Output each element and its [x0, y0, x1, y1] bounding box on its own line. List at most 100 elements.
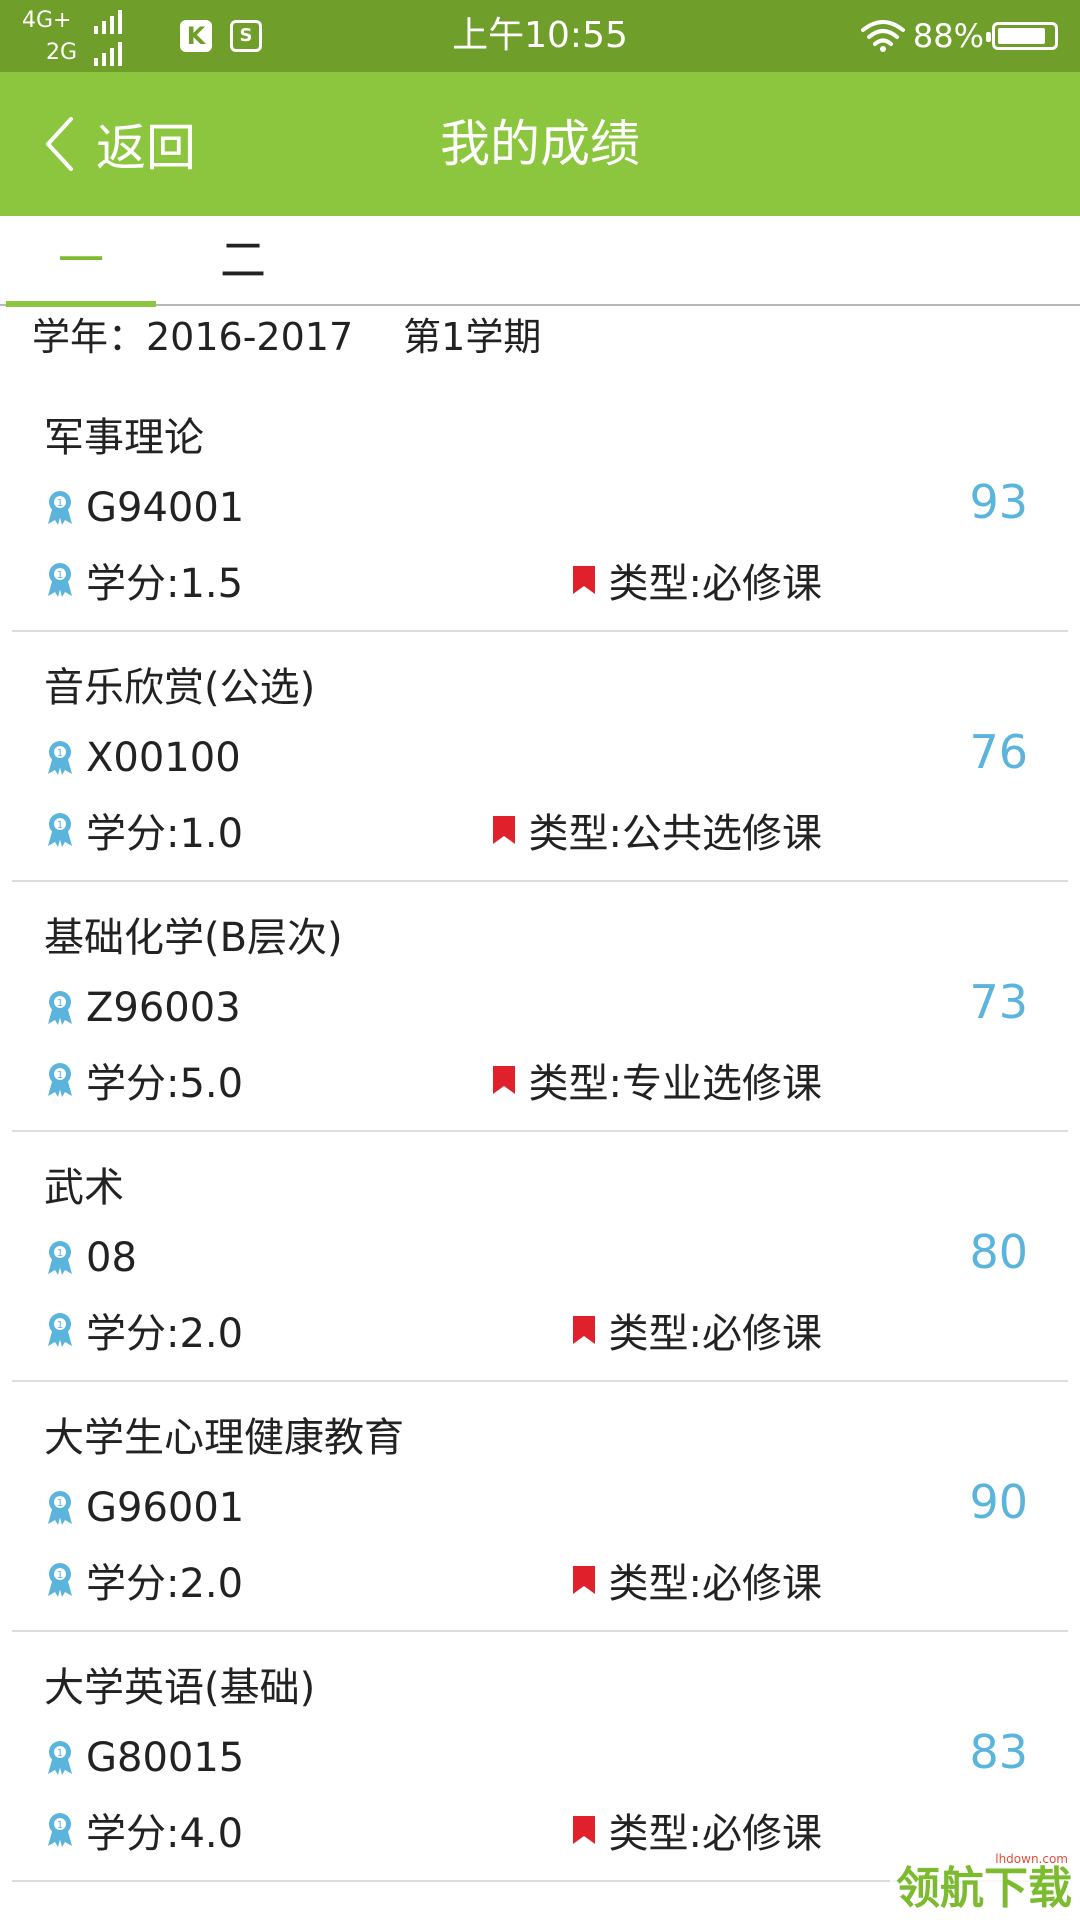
course-credit: 学分:2.0: [86, 1311, 244, 1357]
course-item[interactable]: 大学英语(基础) 1 G80015 1 学分:4.0 类型:必修课 83: [12, 1632, 1068, 1882]
course-credit: 学分:2.0: [86, 1561, 244, 1607]
ribbon-icon: 1: [48, 563, 72, 597]
svg-text:1: 1: [57, 1748, 63, 1759]
app-header: 我的成绩 返回: [0, 72, 1080, 216]
course-name: 基础化学(B层次): [44, 915, 343, 961]
svg-text:1: 1: [57, 1248, 63, 1259]
course-type-row: 类型:必修课: [571, 1554, 822, 1607]
course-type-row: 类型:必修课: [571, 1304, 822, 1357]
course-name: 音乐欣赏(公选): [44, 665, 316, 711]
course-credit: 学分:4.0: [86, 1811, 244, 1857]
course-code-row: 1 X00100: [44, 732, 241, 784]
svg-text:1: 1: [57, 820, 63, 831]
svg-text:1: 1: [57, 1070, 63, 1081]
course-list: 军事理论 1 G94001 1 学分:1.5 类型:必修课 93 音乐欣赏(公选…: [12, 382, 1068, 1882]
back-label: 返回: [96, 119, 196, 177]
ribbon-icon: 1: [48, 813, 72, 847]
course-code: Z96003: [86, 985, 241, 1031]
course-code: G80015: [86, 1735, 245, 1781]
course-code: 08: [86, 1235, 137, 1281]
course-code: G96001: [86, 1485, 245, 1531]
course-type: 类型:必修课: [608, 561, 822, 607]
ribbon-icon: 1: [48, 1563, 72, 1597]
course-credit-row: 1 学分:1.0: [44, 804, 244, 857]
ribbon-icon: 1: [48, 991, 72, 1025]
ribbon-icon: 1: [48, 1063, 72, 1097]
semester-tabs: 一 二: [0, 216, 1080, 307]
course-code-row: 1 G80015: [44, 1732, 244, 1784]
ribbon-icon: 1: [48, 1313, 72, 1347]
course-credit: 学分:1.5: [86, 561, 244, 607]
course-type: 类型:必修课: [608, 1561, 822, 1607]
bookmark-flag-icon: [572, 1816, 595, 1844]
course-credit-row: 1 学分:5.0: [44, 1054, 244, 1107]
ribbon-icon: 1: [48, 1491, 72, 1525]
course-type: 类型:必修课: [608, 1811, 822, 1857]
battery-icon: [986, 22, 1058, 50]
course-type: 类型:必修课: [608, 1311, 822, 1357]
ribbon-icon: 1: [48, 491, 72, 525]
bookmark-flag-icon: [492, 816, 515, 844]
course-code-row: 1 Z96003: [44, 982, 241, 1034]
course-name: 大学生心理健康教育: [44, 1415, 404, 1461]
ribbon-icon: 1: [48, 741, 72, 775]
term-header: 学年：2016-2017 第1学期: [32, 308, 591, 366]
bookmark-flag-icon: [572, 1316, 595, 1344]
course-score: 73: [969, 975, 1028, 1029]
course-credit: 学分:1.0: [86, 811, 244, 857]
course-type-row: 类型:专业选修课: [491, 1054, 822, 1107]
course-score: 80: [969, 1225, 1028, 1279]
tab-semester-2[interactable]: 二: [168, 216, 318, 304]
course-name: 大学英语(基础): [44, 1665, 316, 1711]
course-credit-row: 1 学分:4.0: [44, 1804, 244, 1857]
course-item[interactable]: 军事理论 1 G94001 1 学分:1.5 类型:必修课 93: [12, 382, 1068, 632]
watermark-text: 领航下载: [896, 1863, 1072, 1914]
back-button[interactable]: 返回: [44, 94, 196, 194]
course-code: X00100: [86, 735, 241, 781]
course-type-row: 类型:必修课: [571, 1804, 822, 1857]
course-item[interactable]: 武术 1 08 1 学分:2.0 类型:必修课 80: [12, 1132, 1068, 1382]
svg-text:1: 1: [57, 998, 63, 1009]
academic-year: 学年：2016-2017: [32, 315, 354, 359]
semester-label: 第1学期: [403, 315, 542, 359]
course-credit-row: 1 学分:2.0: [44, 1554, 244, 1607]
svg-text:1: 1: [57, 1820, 63, 1831]
bookmark-flag-icon: [572, 1566, 595, 1594]
course-score: 90: [969, 1475, 1028, 1529]
ribbon-icon: 1: [48, 1241, 72, 1275]
course-code-row: 1 G94001: [44, 482, 244, 534]
svg-text:1: 1: [57, 498, 63, 509]
tab-semester-1[interactable]: 一: [6, 216, 156, 304]
course-credit-row: 1 学分:2.0: [44, 1304, 244, 1357]
course-type: 类型:公共选修课: [528, 811, 822, 857]
course-type-row: 类型:公共选修课: [491, 804, 822, 857]
battery-percent: 88%: [912, 17, 984, 55]
svg-text:1: 1: [57, 570, 63, 581]
course-credit-row: 1 学分:1.5: [44, 554, 244, 607]
course-code-row: 1 08: [44, 1232, 137, 1284]
ribbon-icon: 1: [48, 1813, 72, 1847]
course-code-row: 1 G96001: [44, 1482, 244, 1534]
wifi-icon: [860, 20, 905, 52]
active-tab-indicator: [6, 301, 156, 307]
course-score: 83: [969, 1725, 1028, 1779]
course-credit: 学分:5.0: [86, 1061, 244, 1107]
course-item[interactable]: 大学生心理健康教育 1 G96001 1 学分:2.0 类型:必修课 90: [12, 1382, 1068, 1632]
svg-text:1: 1: [57, 748, 63, 759]
svg-text:1: 1: [57, 1570, 63, 1581]
course-name: 武术: [44, 1165, 124, 1211]
course-item[interactable]: 音乐欣赏(公选) 1 X00100 1 学分:1.0 类型:公共选修课 76: [12, 632, 1068, 882]
status-bar: 4G+ 2G K S 上午10:55 88%: [0, 0, 1080, 72]
watermark: lhdown.com 领航下载: [890, 1850, 1080, 1920]
course-item[interactable]: 基础化学(B层次) 1 Z96003 1 学分:5.0 类型:专业选修课 73: [12, 882, 1068, 1132]
svg-text:1: 1: [57, 1498, 63, 1509]
bookmark-flag-icon: [572, 566, 595, 594]
course-score: 93: [969, 475, 1028, 529]
course-name: 军事理论: [44, 415, 204, 461]
bookmark-flag-icon: [492, 1066, 515, 1094]
course-score: 76: [969, 725, 1028, 779]
svg-text:1: 1: [57, 1320, 63, 1331]
course-code: G94001: [86, 485, 245, 531]
course-type: 类型:专业选修课: [528, 1061, 822, 1107]
course-type-row: 类型:必修课: [571, 554, 822, 607]
